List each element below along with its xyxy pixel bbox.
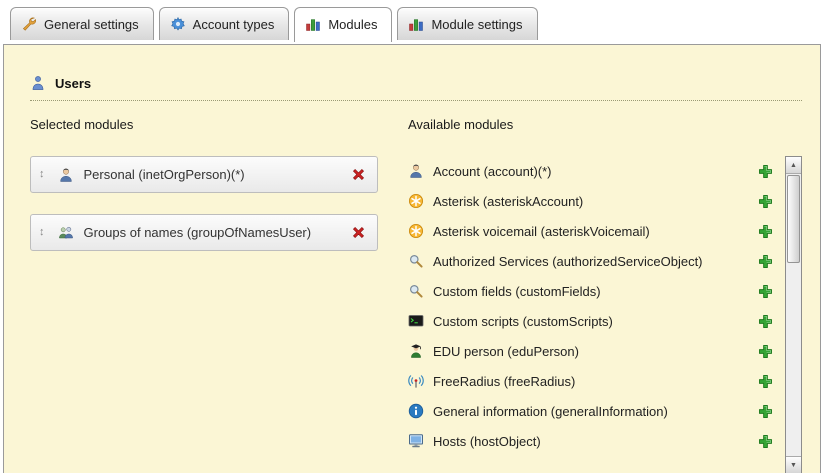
drag-icon[interactable]: ↕ [39,169,45,180]
person-icon [408,163,424,179]
host-icon [408,433,424,449]
available-module-row: Hosts (hostObject) [408,426,785,456]
add-module-button[interactable] [758,194,773,209]
scroll-down-button[interactable]: ▼ [786,456,801,473]
gear-icon [170,16,186,32]
module-label: Account (account)(*) [433,164,552,179]
selected-modules-list: ↕ Personal (inetOrgPerson)(*) ↕ Groups o… [30,156,408,251]
add-module-button[interactable] [758,314,773,329]
drag-icon[interactable]: ↕ [39,227,45,238]
scrollbar-thumb[interactable] [787,175,800,263]
available-module-row: Account (account)(*) [408,156,785,186]
available-module-row: Custom fields (customFields) [408,276,785,306]
selected-modules-column: Selected modules ↕ Personal (inetOrgPers… [30,117,408,473]
magnifier-icon [408,283,424,299]
tab-modules[interactable]: Modules [294,7,392,42]
lam-configuration-page: General settings Account types Modules M… [0,0,824,473]
section-header: Users [30,75,802,101]
tab-module-settings[interactable]: Module settings [397,7,537,40]
module-label: Groups of names (groupOfNamesUser) [84,225,312,240]
users-icon [30,75,46,91]
add-module-button[interactable] [758,254,773,269]
add-module-button[interactable] [758,374,773,389]
module-label: Authorized Services (authorizedServiceOb… [433,254,703,269]
available-module-row: Custom scripts (customScripts) [408,306,785,336]
available-modules-heading: Available modules [408,117,802,132]
tab-bar: General settings Account types Modules M… [10,7,538,40]
info-icon [408,403,424,419]
selected-module-row[interactable]: ↕ Groups of names (groupOfNamesUser) [30,214,378,251]
tab-label: Modules [328,17,377,32]
wrench-icon [21,16,37,32]
scrollbar[interactable]: ▲ ▼ [785,156,802,473]
edu-person-icon [408,343,424,359]
tab-label: General settings [44,17,139,32]
modules-icon [408,16,424,32]
scroll-down-icon: ▼ [790,462,797,469]
section-title: Users [55,76,91,91]
add-module-button[interactable] [758,224,773,239]
magnifier-icon [408,253,424,269]
person-icon [58,167,74,183]
add-module-button[interactable] [758,404,773,419]
module-label: Personal (inetOrgPerson)(*) [84,167,245,182]
module-label: Asterisk (asteriskAccount) [433,194,583,209]
module-label: FreeRadius (freeRadius) [433,374,575,389]
module-label: Custom fields (customFields) [433,284,601,299]
module-label: General information (generalInformation) [433,404,668,419]
module-label: Hosts (hostObject) [433,434,541,449]
add-module-button[interactable] [758,434,773,449]
scroll-up-button[interactable]: ▲ [786,157,801,174]
available-module-row: General information (generalInformation) [408,396,785,426]
available-module-row: EDU person (eduPerson) [408,336,785,366]
modules-icon [305,16,321,32]
tab-label: Account types [193,17,275,32]
add-module-button[interactable] [758,284,773,299]
module-columns: Selected modules ↕ Personal (inetOrgPers… [30,117,802,473]
available-module-row: Authorized Services (authorizedServiceOb… [408,246,785,276]
asterisk-icon [408,223,424,239]
freeradius-icon [408,373,424,389]
available-module-row: Asterisk voicemail (asteriskVoicemail) [408,216,785,246]
available-modules-list: Account (account)(*) Asterisk (asteriskA… [408,156,785,456]
remove-module-button[interactable] [351,225,366,240]
content-panel: Users Selected modules ↕ Personal (inetO… [3,44,821,473]
selected-modules-heading: Selected modules [30,117,408,132]
terminal-icon [408,313,424,329]
tab-general-settings[interactable]: General settings [10,7,154,40]
available-modules-area: Account (account)(*) Asterisk (asteriskA… [408,156,802,473]
tab-label: Module settings [431,17,522,32]
scroll-up-icon: ▲ [790,162,797,169]
tab-account-types[interactable]: Account types [159,7,290,40]
module-label: Custom scripts (customScripts) [433,314,613,329]
asterisk-icon [408,193,424,209]
add-module-button[interactable] [758,164,773,179]
selected-module-row[interactable]: ↕ Personal (inetOrgPerson)(*) [30,156,378,193]
available-module-row: Asterisk (asteriskAccount) [408,186,785,216]
module-label: EDU person (eduPerson) [433,344,579,359]
available-modules-column: Available modules Account (account)(*) A… [408,117,802,473]
add-module-button[interactable] [758,344,773,359]
remove-module-button[interactable] [351,167,366,182]
group-icon [58,225,74,241]
module-label: Asterisk voicemail (asteriskVoicemail) [433,224,650,239]
available-module-row: FreeRadius (freeRadius) [408,366,785,396]
